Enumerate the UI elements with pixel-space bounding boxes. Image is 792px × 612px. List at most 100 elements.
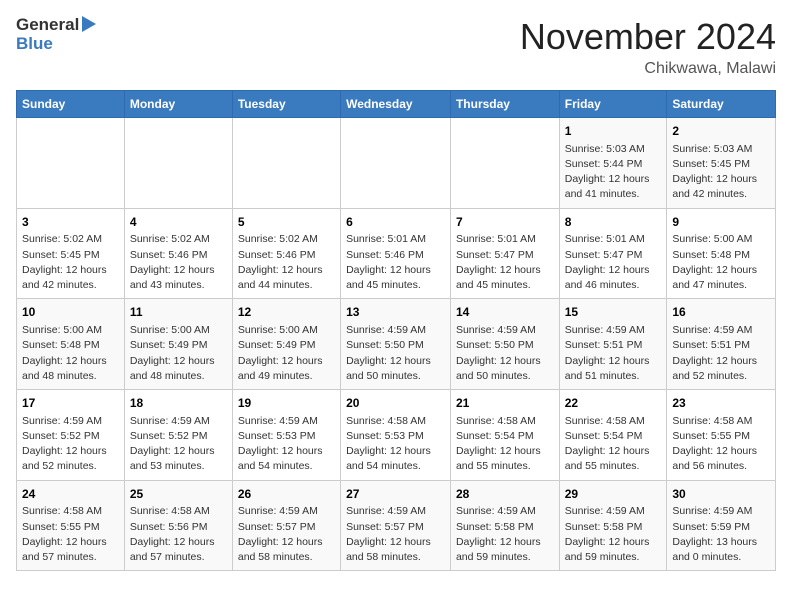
column-header-monday: Monday — [124, 91, 232, 118]
calendar-cell: 16 Sunrise: 4:59 AM Sunset: 5:51 PM Dayli… — [667, 299, 776, 390]
calendar-week-2: 3Sunrise: 5:02 AM Sunset: 5:45 PM Daylig… — [17, 208, 776, 299]
day-info: Sunrise: 5:00 AM Sunset: 5:49 PM Dayligh… — [238, 323, 335, 384]
day-number: 20 — [346, 395, 445, 412]
day-number: 16 — [672, 304, 770, 321]
calendar-cell: 11 Sunrise: 5:00 AM Sunset: 5:49 PM Dayli… — [124, 299, 232, 390]
day-info: Sunrise: 4:59 AM Sunset: 5:58 PM Dayligh… — [565, 504, 662, 565]
month-title: November 2024 — [520, 16, 776, 58]
day-number: 30 — [672, 486, 770, 503]
day-number: 14 — [456, 304, 554, 321]
calendar-header: SundayMondayTuesdayWednesdayThursdayFrid… — [17, 91, 776, 118]
calendar-cell: 18 Sunrise: 4:59 AM Sunset: 5:52 PM Dayli… — [124, 390, 232, 481]
calendar-cell: 30Sunrise: 4:59 AM Sunset: 5:59 PM Dayli… — [667, 480, 776, 571]
day-info: Sunrise: 4:58 AM Sunset: 5:54 PM Dayligh… — [565, 414, 662, 475]
day-number: 12 — [238, 304, 335, 321]
day-number: 1 — [565, 123, 662, 140]
calendar-cell: 7Sunrise: 5:01 AM Sunset: 5:47 PM Daylig… — [450, 208, 559, 299]
day-info: Sunrise: 5:00 AM Sunset: 5:49 PM Dayligh… — [130, 323, 227, 384]
calendar-cell: 27Sunrise: 4:59 AM Sunset: 5:57 PM Dayli… — [341, 480, 451, 571]
calendar-cell: 29Sunrise: 4:59 AM Sunset: 5:58 PM Dayli… — [559, 480, 667, 571]
page-header: General Blue November 2024 Chikwawa, Mal… — [16, 16, 776, 78]
day-number: 4 — [130, 214, 227, 231]
day-info: Sunrise: 5:02 AM Sunset: 5:46 PM Dayligh… — [238, 232, 335, 293]
day-info: Sunrise: 4:59 AM Sunset: 5:52 PM Dayligh… — [130, 414, 227, 475]
day-number: 24 — [22, 486, 119, 503]
day-number: 18 — [130, 395, 227, 412]
calendar-cell — [450, 118, 559, 209]
day-number: 11 — [130, 304, 227, 321]
day-number: 7 — [456, 214, 554, 231]
day-info: Sunrise: 4:58 AM Sunset: 5:54 PM Dayligh… — [456, 414, 554, 475]
day-info: Sunrise: 5:01 AM Sunset: 5:46 PM Dayligh… — [346, 232, 445, 293]
day-number: 3 — [22, 214, 119, 231]
day-number: 15 — [565, 304, 662, 321]
day-info: Sunrise: 4:58 AM Sunset: 5:55 PM Dayligh… — [22, 504, 119, 565]
column-header-friday: Friday — [559, 91, 667, 118]
day-info: Sunrise: 4:58 AM Sunset: 5:53 PM Dayligh… — [346, 414, 445, 475]
day-number: 29 — [565, 486, 662, 503]
day-info: Sunrise: 5:03 AM Sunset: 5:44 PM Dayligh… — [565, 142, 662, 203]
day-info: Sunrise: 4:59 AM Sunset: 5:57 PM Dayligh… — [238, 504, 335, 565]
calendar-cell: 24Sunrise: 4:58 AM Sunset: 5:55 PM Dayli… — [17, 480, 125, 571]
calendar-cell: 4Sunrise: 5:02 AM Sunset: 5:46 PM Daylig… — [124, 208, 232, 299]
day-info: Sunrise: 4:58 AM Sunset: 5:55 PM Dayligh… — [672, 414, 770, 475]
calendar-week-3: 10 Sunrise: 5:00 AM Sunset: 5:48 PM Dayli… — [17, 299, 776, 390]
column-header-thursday: Thursday — [450, 91, 559, 118]
day-number: 25 — [130, 486, 227, 503]
day-number: 5 — [238, 214, 335, 231]
calendar-cell: 19Sunrise: 4:59 AM Sunset: 5:53 PM Dayli… — [232, 390, 340, 481]
day-info: Sunrise: 5:01 AM Sunset: 5:47 PM Dayligh… — [565, 232, 662, 293]
day-info: Sunrise: 4:59 AM Sunset: 5:53 PM Dayligh… — [238, 414, 335, 475]
calendar-cell: 22Sunrise: 4:58 AM Sunset: 5:54 PM Dayli… — [559, 390, 667, 481]
logo-general-text: General — [16, 16, 79, 35]
day-info: Sunrise: 4:59 AM Sunset: 5:57 PM Dayligh… — [346, 504, 445, 565]
calendar-cell: 23Sunrise: 4:58 AM Sunset: 5:55 PM Dayli… — [667, 390, 776, 481]
day-number: 2 — [672, 123, 770, 140]
day-number: 10 — [22, 304, 119, 321]
calendar-cell: 28Sunrise: 4:59 AM Sunset: 5:58 PM Dayli… — [450, 480, 559, 571]
header-row: SundayMondayTuesdayWednesdayThursdayFrid… — [17, 91, 776, 118]
calendar-cell: 6Sunrise: 5:01 AM Sunset: 5:46 PM Daylig… — [341, 208, 451, 299]
calendar-cell — [124, 118, 232, 209]
calendar-cell: 3Sunrise: 5:02 AM Sunset: 5:45 PM Daylig… — [17, 208, 125, 299]
calendar-cell: 21Sunrise: 4:58 AM Sunset: 5:54 PM Dayli… — [450, 390, 559, 481]
calendar-cell: 8Sunrise: 5:01 AM Sunset: 5:47 PM Daylig… — [559, 208, 667, 299]
location: Chikwawa, Malawi — [520, 60, 776, 78]
column-header-sunday: Sunday — [17, 91, 125, 118]
logo-arrow-icon — [82, 16, 96, 32]
calendar-cell: 17Sunrise: 4:59 AM Sunset: 5:52 PM Dayli… — [17, 390, 125, 481]
day-number: 17 — [22, 395, 119, 412]
calendar-cell — [341, 118, 451, 209]
column-header-wednesday: Wednesday — [341, 91, 451, 118]
calendar-cell: 20 Sunrise: 4:58 AM Sunset: 5:53 PM Dayli… — [341, 390, 451, 481]
day-info: Sunrise: 5:01 AM Sunset: 5:47 PM Dayligh… — [456, 232, 554, 293]
calendar-body: 1 Sunrise: 5:03 AM Sunset: 5:44 PM Daylig… — [17, 118, 776, 571]
day-info: Sunrise: 4:59 AM Sunset: 5:51 PM Dayligh… — [565, 323, 662, 384]
day-info: Sunrise: 4:59 AM Sunset: 5:58 PM Dayligh… — [456, 504, 554, 565]
day-info: Sunrise: 4:58 AM Sunset: 5:56 PM Dayligh… — [130, 504, 227, 565]
day-number: 28 — [456, 486, 554, 503]
day-info: Sunrise: 5:02 AM Sunset: 5:45 PM Dayligh… — [22, 232, 119, 293]
day-info: Sunrise: 5:00 AM Sunset: 5:48 PM Dayligh… — [22, 323, 119, 384]
header-right: November 2024 Chikwawa, Malawi — [520, 16, 776, 78]
calendar-cell: 2 Sunrise: 5:03 AM Sunset: 5:45 PM Daylig… — [667, 118, 776, 209]
day-info: Sunrise: 4:59 AM Sunset: 5:59 PM Dayligh… — [672, 504, 770, 565]
column-header-tuesday: Tuesday — [232, 91, 340, 118]
calendar-cell: 9Sunrise: 5:00 AM Sunset: 5:48 PM Daylig… — [667, 208, 776, 299]
calendar-cell: 15 Sunrise: 4:59 AM Sunset: 5:51 PM Dayli… — [559, 299, 667, 390]
calendar-cell: 26Sunrise: 4:59 AM Sunset: 5:57 PM Dayli… — [232, 480, 340, 571]
day-info: Sunrise: 4:59 AM Sunset: 5:50 PM Dayligh… — [456, 323, 554, 384]
day-number: 13 — [346, 304, 445, 321]
calendar-cell — [17, 118, 125, 209]
day-info: Sunrise: 5:00 AM Sunset: 5:48 PM Dayligh… — [672, 232, 770, 293]
calendar-cell: 12 Sunrise: 5:00 AM Sunset: 5:49 PM Dayli… — [232, 299, 340, 390]
calendar-table: SundayMondayTuesdayWednesdayThursdayFrid… — [16, 90, 776, 571]
calendar-cell: 5Sunrise: 5:02 AM Sunset: 5:46 PM Daylig… — [232, 208, 340, 299]
day-info: Sunrise: 5:03 AM Sunset: 5:45 PM Dayligh… — [672, 142, 770, 203]
calendar-cell: 25Sunrise: 4:58 AM Sunset: 5:56 PM Dayli… — [124, 480, 232, 571]
calendar-week-1: 1 Sunrise: 5:03 AM Sunset: 5:44 PM Daylig… — [17, 118, 776, 209]
column-header-saturday: Saturday — [667, 91, 776, 118]
calendar-week-4: 17 Sunrise: 4:59 AM Sunset: 5:52 PM Dayli… — [17, 390, 776, 481]
day-info: Sunrise: 4:59 AM Sunset: 5:51 PM Dayligh… — [672, 323, 770, 384]
day-number: 8 — [565, 214, 662, 231]
